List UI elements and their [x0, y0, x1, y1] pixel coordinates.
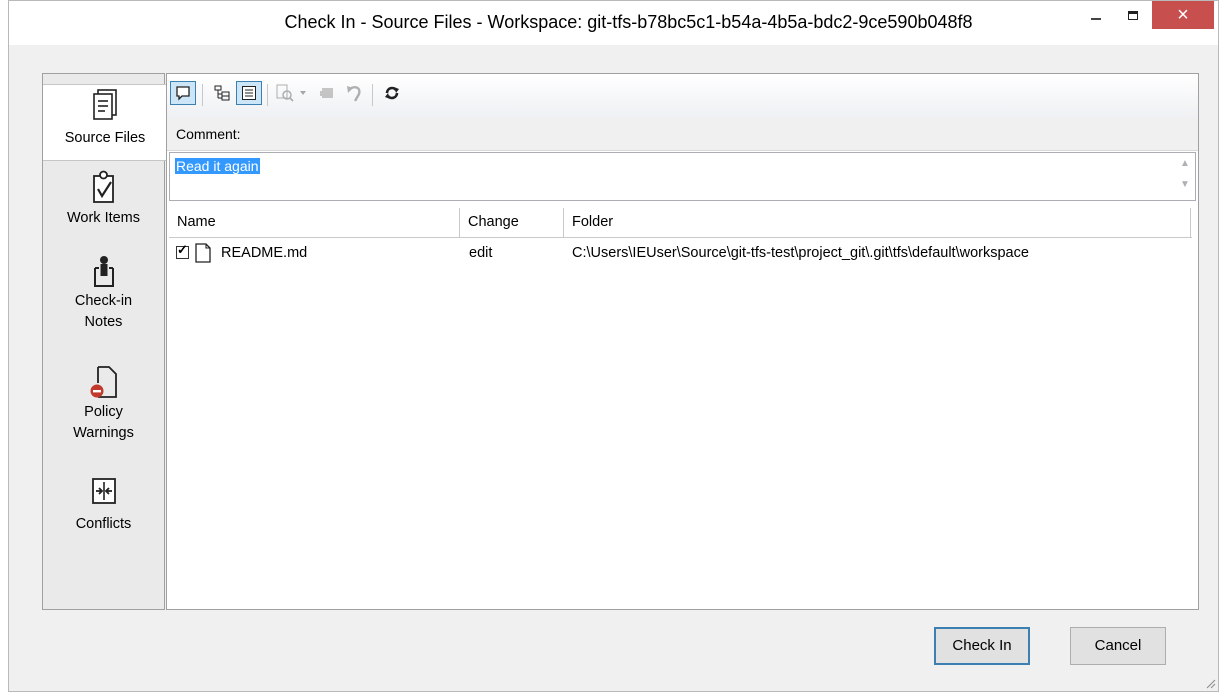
file-name: README.md	[221, 245, 308, 261]
title-bar[interactable]: Check In - Source Files - Workspace: git…	[9, 1, 1218, 45]
toolbar	[167, 74, 1198, 119]
toggle-comment-button[interactable]	[170, 81, 196, 105]
undo-button[interactable]	[342, 81, 366, 105]
sidebar-item-label-line1: Policy	[84, 404, 123, 420]
conflicts-icon	[91, 478, 116, 504]
file-change-type: edit	[469, 245, 493, 261]
comment-header: Comment:	[167, 118, 1198, 151]
tree-view-icon	[214, 85, 230, 101]
window-title: Check In - Source Files - Workspace: git…	[284, 12, 973, 32]
close-icon: ×	[1177, 3, 1189, 26]
list-header: Name Change Folder	[169, 208, 1192, 238]
check-in-notes-icon	[93, 256, 114, 287]
file-icon	[195, 243, 211, 263]
toolbar-separator	[372, 84, 373, 106]
list-item[interactable]: README.md edit C:\Users\IEUser\Source\gi…	[169, 241, 1192, 265]
check-in-dialog: Check In - Source Files - Workspace: git…	[8, 0, 1219, 692]
dropdown-arrow-icon	[300, 91, 306, 95]
maximize-icon	[1128, 10, 1138, 20]
sidebar-item-conflicts[interactable]: Conflicts	[43, 476, 164, 546]
sidebar-item-policy-warnings[interactable]: Policy Warnings	[43, 365, 164, 460]
policy-warnings-icon	[90, 366, 117, 398]
minimize-icon	[1091, 18, 1101, 20]
sidebar-item-label: Conflicts	[75, 516, 132, 532]
include-checkbox[interactable]	[176, 242, 189, 259]
source-files-icon	[93, 89, 117, 120]
column-header-change[interactable]: Change	[460, 208, 564, 237]
work-items-icon	[92, 170, 114, 203]
sidebar-item-label: Work Items	[66, 210, 141, 226]
compare-button[interactable]	[273, 81, 297, 105]
refresh-icon	[385, 86, 399, 100]
scroll-up-icon[interactable]: ▲	[1179, 158, 1191, 170]
refresh-button[interactable]	[380, 81, 404, 105]
maximize-button[interactable]	[1115, 1, 1151, 29]
sidebar-item-label-line2: Notes	[84, 314, 123, 330]
check-in-button[interactable]: Check In	[934, 627, 1030, 665]
sidebar-item-label-line1: Check-in	[74, 293, 133, 309]
column-header-folder[interactable]: Folder	[564, 208, 1191, 237]
compare-icon	[276, 84, 294, 102]
sidebar-item-work-items[interactable]: Work Items	[43, 170, 164, 240]
minimize-button[interactable]	[1077, 1, 1115, 29]
undo-icon	[347, 86, 361, 102]
comment-icon	[176, 86, 190, 101]
flat-view-button[interactable]	[236, 81, 262, 105]
pending-changes-list: Name Change Folder README.md edit C:\Use…	[169, 208, 1196, 607]
resize-grip-icon[interactable]	[1204, 677, 1216, 689]
sidebar-item-check-in-notes[interactable]: Check-in Notes	[43, 254, 164, 349]
scroll-down-icon[interactable]: ▼	[1179, 179, 1191, 191]
source-files-panel: Comment: Read it again ▲ ▼ Name Change F…	[166, 73, 1199, 610]
cancel-button[interactable]: Cancel	[1070, 627, 1166, 665]
compare-dropdown-button[interactable]	[297, 81, 309, 105]
toolbar-separator	[202, 84, 203, 106]
shelve-button[interactable]	[315, 81, 339, 105]
file-folder: C:\Users\IEUser\Source\git-tfs-test\proj…	[572, 245, 1029, 261]
shelve-icon	[320, 88, 333, 98]
comment-text: Read it again	[175, 158, 260, 174]
sidebar-item-source-files[interactable]: Source Files	[43, 84, 167, 161]
comment-textarea[interactable]: Read it again ▲ ▼	[169, 152, 1196, 201]
toolbar-separator	[267, 84, 268, 106]
sidebar-item-label: Source Files	[64, 130, 146, 146]
close-button[interactable]: ×	[1152, 1, 1214, 29]
sidebar-item-label-line2: Warnings	[73, 425, 134, 441]
comment-label: Comment:	[176, 126, 241, 142]
channel-sidebar: Source Files Work Items Check-in Notes P…	[42, 73, 167, 610]
column-header-name[interactable]: Name	[169, 208, 460, 237]
tree-view-button[interactable]	[210, 81, 234, 105]
flat-view-icon	[242, 86, 256, 100]
